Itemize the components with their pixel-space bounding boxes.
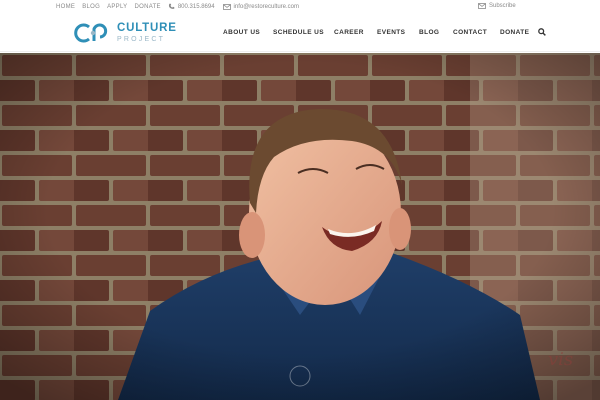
subscribe-label: Subscribe bbox=[489, 3, 516, 9]
phone-icon bbox=[168, 3, 175, 9]
hero-slider: vis bbox=[0, 53, 600, 400]
nav-donate[interactable]: DONATE bbox=[500, 29, 529, 36]
email-info[interactable]: info@restoreculture.com bbox=[222, 3, 299, 10]
utility-link-blog[interactable]: BLOG bbox=[82, 4, 100, 10]
nav-events[interactable]: EVENTS bbox=[377, 29, 405, 36]
hero-photo: vis bbox=[0, 53, 600, 400]
utility-bar: HOME BLOG APPLY DONATE 800.315.8694 info… bbox=[0, 0, 600, 15]
subscribe-link[interactable]: Subscribe bbox=[478, 3, 516, 9]
search-icon[interactable] bbox=[538, 28, 546, 36]
main-nav: ABOUT US SCHEDULE US CAREER EVENTS BLOG … bbox=[0, 28, 600, 39]
utility-link-home[interactable]: HOME bbox=[56, 4, 75, 10]
phone-number: 800.315.8694 bbox=[177, 3, 215, 10]
envelope-icon bbox=[478, 3, 486, 9]
nav-contact[interactable]: CONTACT bbox=[453, 29, 487, 36]
nav-about-us[interactable]: ABOUT US bbox=[223, 29, 260, 36]
utility-links: HOME BLOG APPLY DONATE 800.315.8694 info… bbox=[56, 3, 307, 10]
svg-text:vis: vis bbox=[548, 349, 573, 370]
envelope-icon bbox=[222, 3, 231, 10]
site-header: CULTURE PROJECT ABOUT US SCHEDULE US CAR… bbox=[0, 15, 600, 52]
nav-blog[interactable]: BLOG bbox=[419, 29, 439, 36]
nav-schedule-us[interactable]: SCHEDULE US bbox=[273, 29, 324, 36]
nav-career[interactable]: CAREER bbox=[334, 29, 364, 36]
phone-info[interactable]: 800.315.8694 bbox=[168, 3, 215, 10]
utility-link-donate[interactable]: DONATE bbox=[134, 4, 160, 10]
email-address: info@restoreculture.com bbox=[233, 3, 299, 10]
utility-link-apply[interactable]: APPLY bbox=[107, 4, 127, 10]
